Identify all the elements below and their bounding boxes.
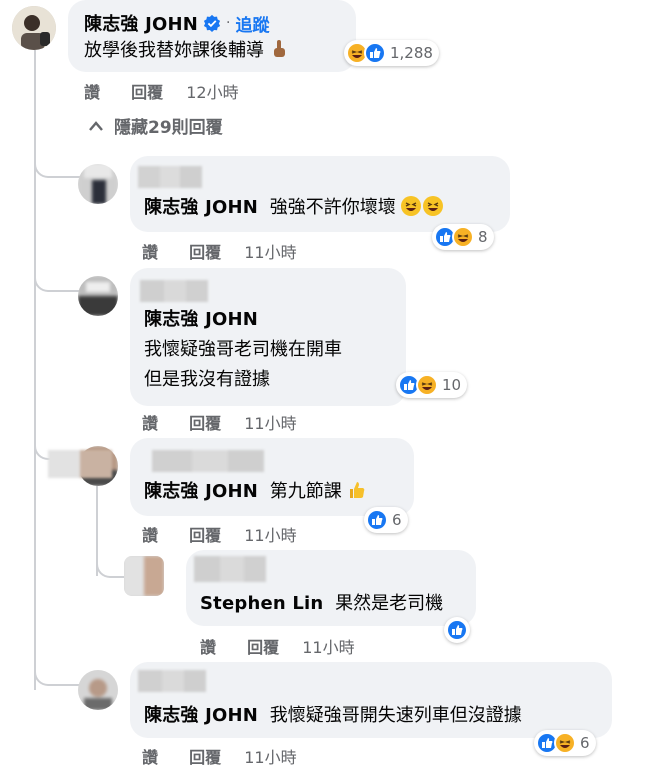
reply-button[interactable]: 回覆 xyxy=(131,83,163,102)
comment-author[interactable]: 陳志強 JOHN xyxy=(84,10,198,36)
thread-connector-2 xyxy=(34,262,82,292)
reply-text-line-2: 但是我沒有證據 xyxy=(144,369,270,390)
reply-button[interactable]: 回覆 xyxy=(189,414,221,433)
haha-reaction-icon xyxy=(452,226,474,248)
haha-reaction-icon xyxy=(554,732,576,754)
like-reaction-icon xyxy=(366,509,388,531)
follow-link[interactable]: 追蹤 xyxy=(235,11,269,36)
thumbs-up-emoji-icon xyxy=(350,482,365,498)
haha-reaction-icon xyxy=(416,374,438,396)
mentioned-author[interactable]: 陳志強 JOHN xyxy=(144,197,258,218)
reaction-summary[interactable] xyxy=(444,617,470,643)
mentioned-author[interactable]: 陳志強 JOHN xyxy=(144,481,258,502)
hide-replies-label: 隱藏29則回覆 xyxy=(114,118,223,138)
thread-connector-nested xyxy=(96,548,124,578)
reply-text-line-1: 我懷疑強哥老司機在開車 xyxy=(144,339,342,360)
like-button[interactable]: 讚 xyxy=(142,414,158,433)
reaction-count: 10 xyxy=(442,376,462,394)
avatar[interactable] xyxy=(78,164,118,204)
reaction-summary[interactable]: 6 xyxy=(534,730,596,756)
timestamp[interactable]: 11小時 xyxy=(244,243,296,262)
author-name-obscured xyxy=(140,280,208,302)
chevron-up-icon xyxy=(89,120,103,131)
reply-author[interactable]: 陳志強 JOHN xyxy=(144,308,258,332)
reaction-summary[interactable]: 10 xyxy=(396,372,468,398)
like-button[interactable]: 讚 xyxy=(142,748,158,767)
reply-text: 果然是老司機 xyxy=(335,593,444,614)
like-button[interactable]: 讚 xyxy=(142,526,158,545)
point-up-emoji-icon xyxy=(273,40,285,57)
reply-button[interactable]: 回覆 xyxy=(189,243,221,262)
mentioned-author[interactable]: 陳志強 JOHN xyxy=(144,705,258,726)
reaction-summary[interactable]: 8 xyxy=(432,224,494,250)
timestamp[interactable]: 11小時 xyxy=(244,414,296,433)
avatar[interactable] xyxy=(12,6,56,50)
avatar-obscured xyxy=(48,450,112,478)
reply-button[interactable]: 回覆 xyxy=(247,638,279,657)
avatar[interactable] xyxy=(78,670,118,710)
timestamp[interactable]: 11小時 xyxy=(244,526,296,545)
like-reaction-icon xyxy=(364,42,386,64)
reply-text: 強強不許你壞壞 xyxy=(269,197,396,218)
avatar[interactable] xyxy=(78,276,118,316)
like-button[interactable]: 讚 xyxy=(200,638,216,657)
like-button[interactable]: 讚 xyxy=(142,243,158,262)
verified-badge-icon xyxy=(203,14,221,32)
reaction-count: 6 xyxy=(392,511,402,529)
thread-line-main xyxy=(34,50,36,690)
thread-connector-5 xyxy=(34,656,82,686)
reaction-summary[interactable]: 1,288 xyxy=(344,40,439,66)
author-name-obscured xyxy=(138,166,202,188)
reaction-count: 6 xyxy=(580,734,590,752)
grinning-squint-emoji-icon xyxy=(423,196,444,216)
comment-text: 放學後我替妳課後輔導 xyxy=(84,40,264,61)
author-name-obscured xyxy=(138,670,206,692)
grinning-squint-emoji-icon xyxy=(401,196,422,216)
reply-text: 第九節課 xyxy=(269,481,342,502)
like-reaction-icon xyxy=(446,619,468,641)
author-separator: · xyxy=(226,15,231,31)
reply-button[interactable]: 回覆 xyxy=(189,748,221,767)
author-name-obscured xyxy=(152,450,264,472)
timestamp[interactable]: 11小時 xyxy=(244,748,296,767)
thread-connector-1 xyxy=(34,148,82,178)
avatar[interactable] xyxy=(124,556,164,596)
timestamp[interactable]: 12小時 xyxy=(186,83,238,102)
author-name-obscured xyxy=(194,556,266,582)
reply-button[interactable]: 回覆 xyxy=(189,526,221,545)
timestamp[interactable]: 11小時 xyxy=(302,638,354,657)
like-button[interactable]: 讚 xyxy=(84,83,100,102)
reaction-count: 1,288 xyxy=(390,44,433,62)
reaction-count: 8 xyxy=(478,228,488,246)
hide-replies-button[interactable]: 隱藏29則回覆 xyxy=(88,113,223,138)
reaction-summary[interactable]: 6 xyxy=(364,507,408,533)
mentioned-author[interactable]: Stephen Lin xyxy=(200,593,323,614)
reply-text: 我懷疑強哥開失速列車但沒證據 xyxy=(269,705,522,726)
